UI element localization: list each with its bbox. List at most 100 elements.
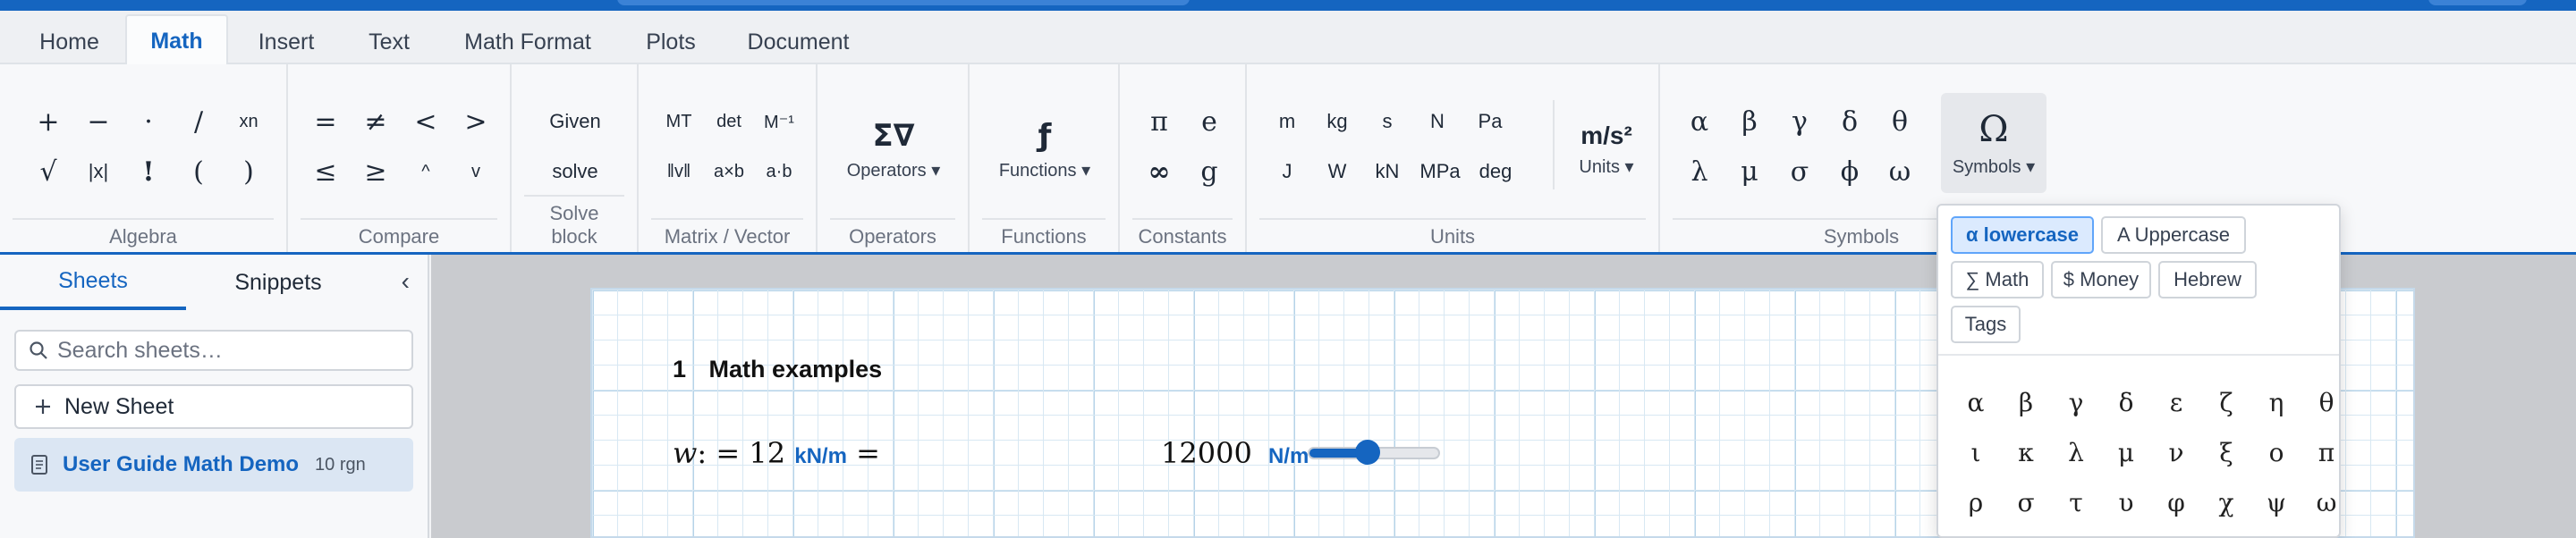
category-hebrew[interactable]: Hebrew	[2158, 261, 2257, 298]
solve-button[interactable]: solve	[521, 152, 630, 191]
top-action-pill[interactable]	[2428, 0, 2527, 5]
gravity-button[interactable]: g	[1188, 152, 1231, 191]
collapse-sidebar-icon[interactable]: ‹	[402, 267, 410, 296]
theta-button[interactable]: θ	[1878, 102, 1921, 141]
tab-document[interactable]: Document	[733, 18, 863, 66]
pi-button[interactable]: π	[1138, 102, 1181, 141]
lambda-button[interactable]: λ	[1678, 152, 1721, 191]
units-dropdown[interactable]: m/s² Units ▾	[1562, 109, 1651, 189]
abs-button[interactable]: |x|	[79, 152, 118, 191]
glyph-cell[interactable]: β	[2001, 377, 2051, 427]
glyph-cell[interactable]: θ	[2301, 377, 2351, 427]
category-math[interactable]: ∑ Math	[1951, 261, 2044, 298]
glyph-cell[interactable]: η	[2251, 377, 2301, 427]
gamma-button[interactable]: γ	[1778, 102, 1821, 141]
functions-dropdown[interactable]: ƒ Functions ▾	[987, 109, 1102, 189]
top-search-pill[interactable]	[617, 0, 1190, 5]
minus-button[interactable]: −	[79, 102, 118, 141]
tab-plots[interactable]: Plots	[626, 18, 716, 66]
euler-button[interactable]: e	[1188, 102, 1231, 141]
glyph-cell[interactable]: ρ	[1951, 477, 2001, 527]
new-sheet-button[interactable]: New Sheet	[14, 384, 413, 429]
section-heading[interactable]: 1 Math examples	[673, 356, 882, 383]
result-region[interactable]: 12000 N/m	[1161, 436, 1309, 470]
tab-insert[interactable]: Insert	[233, 18, 340, 66]
tab-home[interactable]: Home	[18, 18, 121, 66]
determinant-button[interactable]: det	[707, 102, 751, 141]
less-equal-button[interactable]: ≤	[306, 152, 345, 191]
equals-button[interactable]: =	[306, 102, 345, 141]
glyph-cell[interactable]: ι	[1951, 427, 2001, 477]
delta-button[interactable]: δ	[1828, 102, 1871, 141]
unit-s-button[interactable]: s	[1365, 102, 1410, 141]
open-paren-button[interactable]: (	[179, 152, 218, 191]
and-button[interactable]: ^	[406, 152, 445, 191]
unit-w-button[interactable]: W	[1315, 152, 1360, 191]
inverse-button[interactable]: M⁻¹	[757, 102, 801, 141]
glyph-cell[interactable]: κ	[2001, 427, 2051, 477]
phi-button[interactable]: ϕ	[1828, 152, 1871, 191]
tab-text[interactable]: Text	[349, 18, 429, 66]
glyph-cell[interactable]: φ	[2151, 477, 2201, 527]
unit-n-button[interactable]: N	[1415, 102, 1460, 141]
glyph-cell[interactable]: γ	[2051, 377, 2101, 427]
close-paren-button[interactable]: )	[229, 152, 268, 191]
greater-equal-button[interactable]: ≥	[356, 152, 395, 191]
plus-button[interactable]: +	[29, 102, 68, 141]
slider-knob[interactable]	[1354, 440, 1380, 465]
glyph-cell[interactable]: λ	[2051, 427, 2101, 477]
symbols-dropdown[interactable]: Ω Symbols ▾	[1941, 93, 2046, 193]
glyph-cell[interactable]: δ	[2101, 377, 2151, 427]
category-money[interactable]: $ Money	[2051, 261, 2151, 298]
omega-button[interactable]: ω	[1878, 152, 1921, 191]
tab-math-format[interactable]: Math Format	[447, 18, 608, 66]
unit-kn-button[interactable]: kN	[1365, 152, 1410, 191]
dot-product-button[interactable]: a·b	[757, 152, 801, 191]
dot-multiply-button[interactable]: ·	[129, 102, 168, 141]
greater-than-button[interactable]: >	[456, 102, 496, 141]
sidebar-tab-sheets[interactable]: Sheets	[0, 255, 186, 310]
sigma-button[interactable]: σ	[1778, 152, 1821, 191]
glyph-cell[interactable]: ω	[2301, 477, 2351, 527]
glyph-cell[interactable]: τ	[2051, 477, 2101, 527]
alpha-button[interactable]: α	[1678, 102, 1721, 141]
infinity-button[interactable]: ∞	[1138, 152, 1181, 191]
glyph-cell[interactable]: μ	[2101, 427, 2151, 477]
mu-button[interactable]: μ	[1728, 152, 1771, 191]
glyph-cell[interactable]: ξ	[2201, 427, 2251, 477]
less-than-button[interactable]: <	[406, 102, 445, 141]
not-equal-button[interactable]: ≠	[356, 102, 395, 141]
sidebar-tab-snippets[interactable]: Snippets	[186, 255, 370, 310]
unit-m-button[interactable]: m	[1265, 102, 1309, 141]
unit-mpa-button[interactable]: MPa	[1415, 152, 1465, 191]
norm-button[interactable]: ‖v‖	[657, 152, 701, 191]
glyph-cell[interactable]: α	[1951, 377, 2001, 427]
category-lowercase[interactable]: α lowercase	[1951, 216, 2094, 254]
transpose-button[interactable]: MT	[657, 102, 701, 141]
glyph-cell[interactable]: ζ	[2201, 377, 2251, 427]
divide-button[interactable]: /	[179, 102, 218, 141]
beta-button[interactable]: β	[1728, 102, 1771, 141]
search-sheets-input[interactable]: Search sheets…	[14, 330, 413, 371]
factorial-button[interactable]: !	[129, 152, 168, 191]
category-tags[interactable]: Tags	[1951, 306, 2021, 343]
glyph-cell[interactable]: π	[2301, 427, 2351, 477]
tab-math[interactable]: Math	[125, 14, 228, 66]
cross-product-button[interactable]: a×b	[707, 152, 751, 191]
or-button[interactable]: v	[456, 152, 496, 191]
glyph-cell[interactable]: σ	[2001, 477, 2051, 527]
glyph-cell[interactable]: χ	[2201, 477, 2251, 527]
unit-deg-button[interactable]: deg	[1469, 152, 1522, 191]
sheet-list-item[interactable]: User Guide Math Demo 10 rgn	[14, 438, 413, 492]
given-button[interactable]: Given	[521, 102, 630, 141]
unit-kg-button[interactable]: kg	[1315, 102, 1360, 141]
glyph-cell[interactable]: ψ	[2251, 477, 2301, 527]
operators-dropdown[interactable]: Σ∇ Operators ▾	[835, 109, 952, 189]
power-button[interactable]: xn	[229, 102, 268, 141]
unit-j-button[interactable]: J	[1265, 152, 1309, 191]
category-uppercase[interactable]: A Uppercase	[2101, 216, 2246, 254]
value-slider[interactable]	[1308, 440, 1440, 465]
glyph-cell[interactable]: ε	[2151, 377, 2201, 427]
glyph-cell[interactable]: ν	[2151, 427, 2201, 477]
glyph-cell[interactable]: ο	[2251, 427, 2301, 477]
